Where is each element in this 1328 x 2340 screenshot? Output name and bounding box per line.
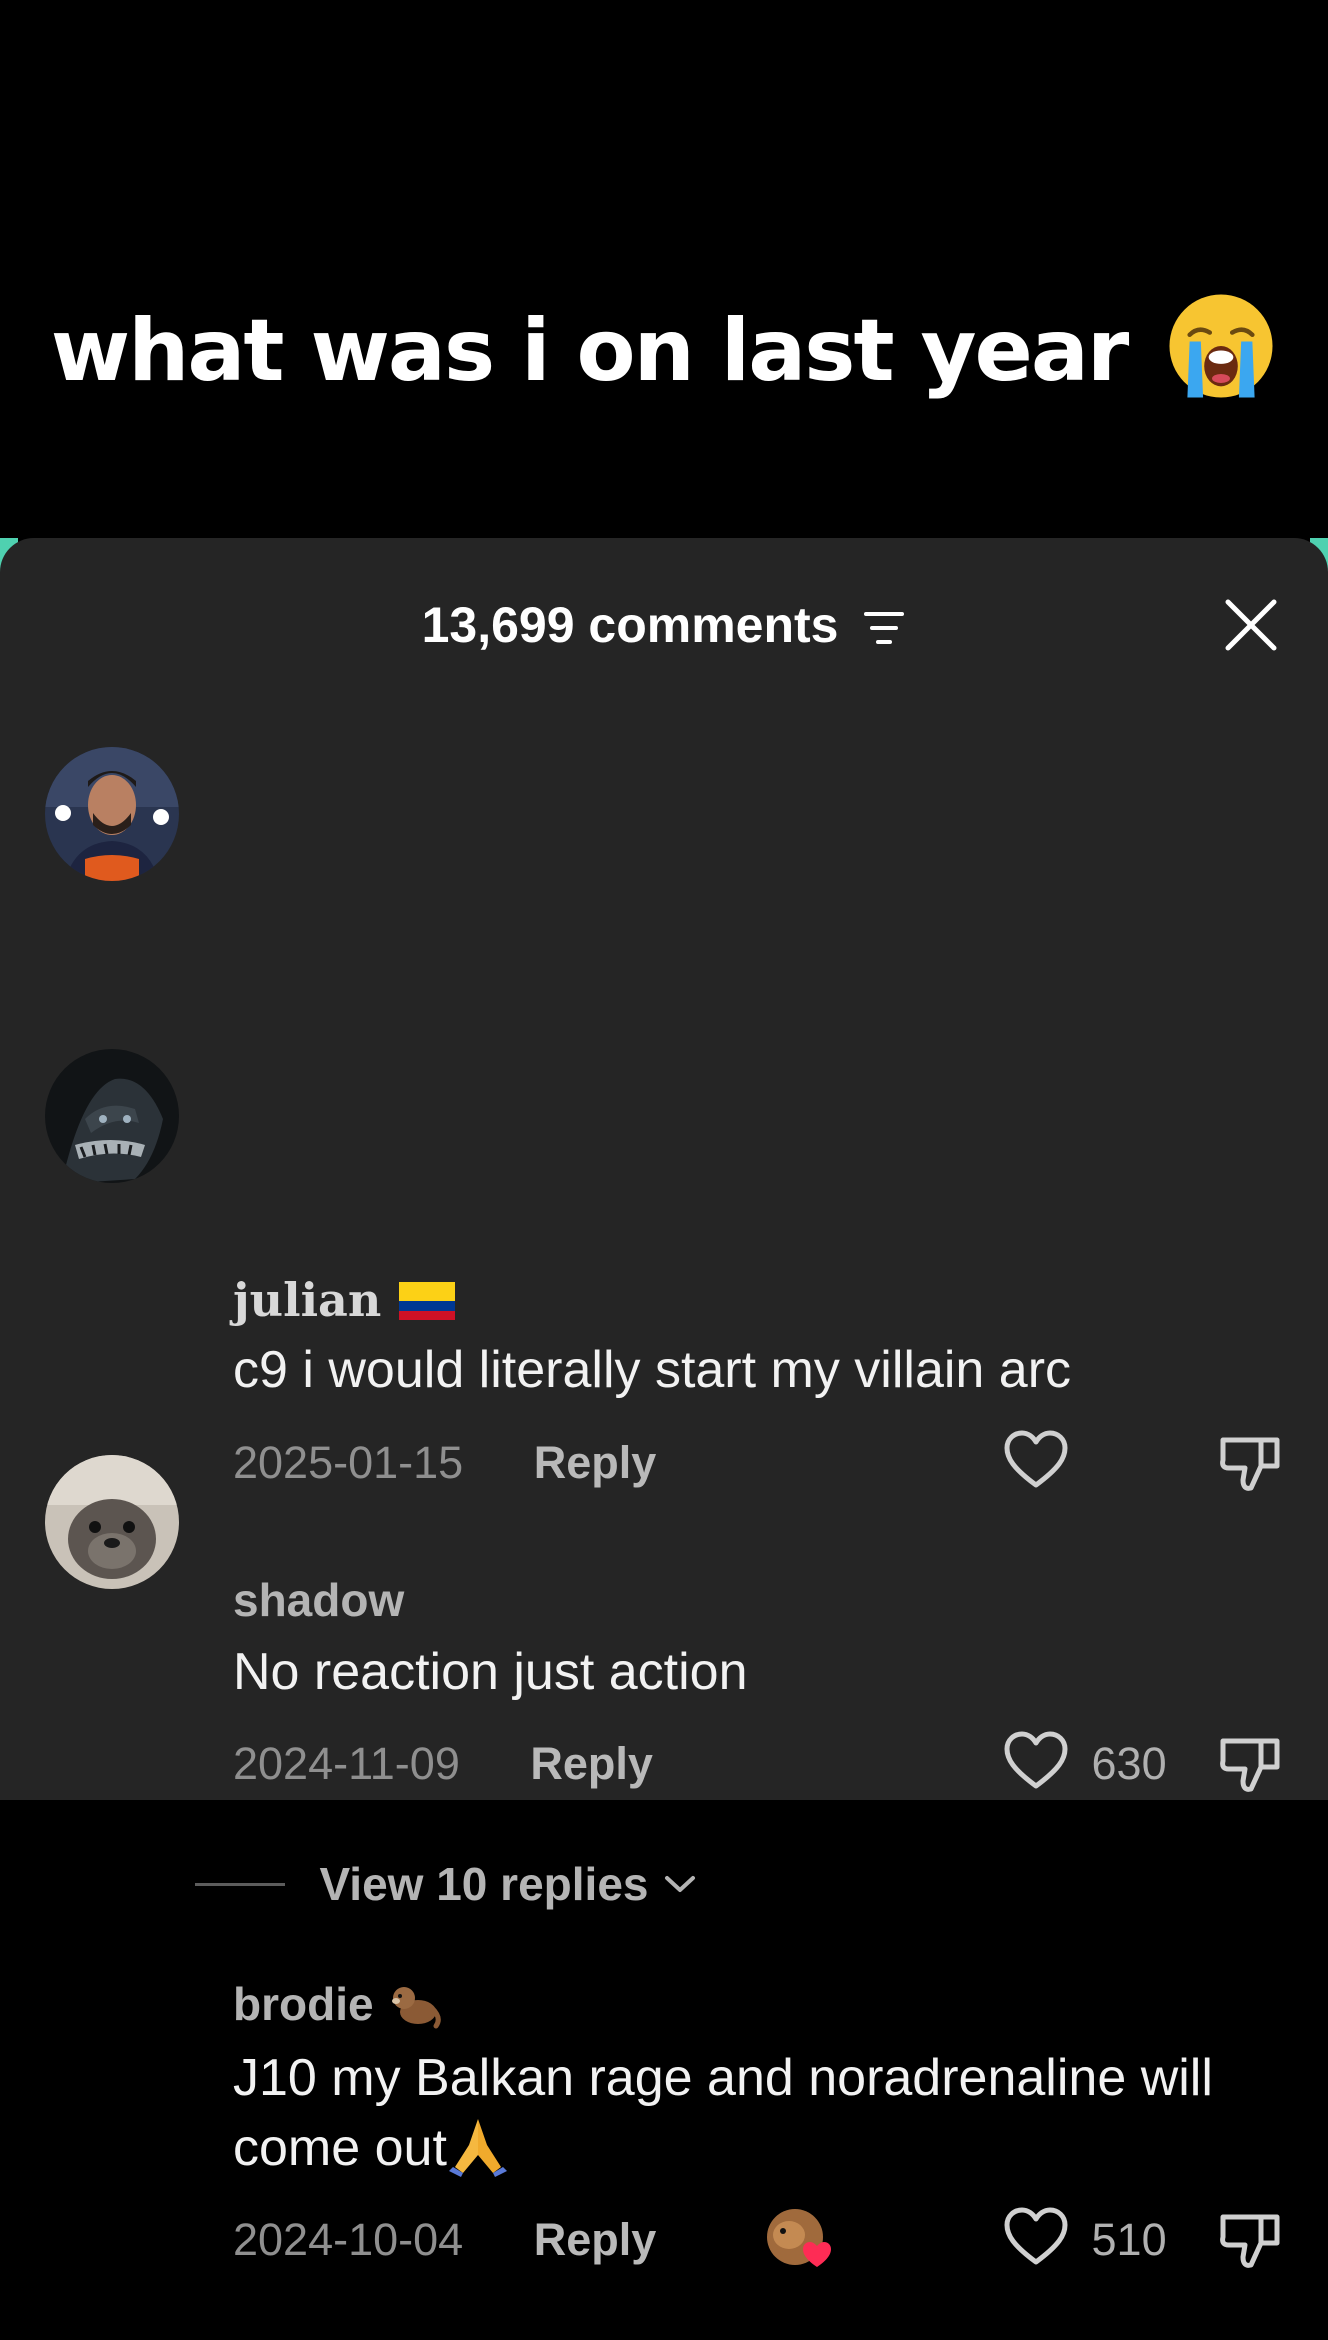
heart-icon — [1004, 1731, 1068, 1789]
comment-meta: 2024-10-04 Reply — [233, 2205, 656, 2275]
view-replies-button[interactable]: View 10 replies — [195, 1851, 697, 1917]
thumbs-down-icon[interactable] — [1217, 1731, 1283, 1797]
loudly-crying-face-icon — [1169, 294, 1273, 398]
comment-date: 2025-01-15 — [233, 1437, 464, 1488]
heart-icon — [1004, 1430, 1068, 1488]
avatar[interactable] — [45, 747, 179, 881]
comment-date: 2024-11-09 — [233, 1738, 460, 1789]
comments-sheet: 13,699 comments julian c9 i would litera… — [0, 538, 1328, 2268]
comment-text: No reaction just action — [233, 1643, 748, 1701]
comment-username[interactable]: shadow — [233, 1572, 404, 1628]
heart-icon — [1004, 2207, 1068, 2265]
comment-username[interactable]: julian — [233, 1272, 456, 1328]
filter-icon[interactable] — [862, 608, 906, 648]
creator-liked-heart-icon — [767, 2209, 831, 2267]
caption-text: what was i on last year — [50, 301, 1130, 401]
avatar-image — [45, 1455, 179, 1589]
reply-button[interactable]: Reply — [534, 1428, 657, 1498]
chevron-down-icon — [664, 1876, 695, 1892]
view-replies-label: View 10 replies — [319, 1858, 649, 1910]
video-caption: what was i on last year — [0, 290, 1328, 402]
like-count: 510 — [1091, 2214, 1167, 2265]
like-button[interactable] — [1003, 1428, 1092, 1498]
comment-meta: 2024-11-09 Reply — [233, 1729, 653, 1799]
like-button[interactable]: 510 — [1003, 2205, 1167, 2275]
avatar[interactable] — [45, 1049, 179, 1183]
comment-date: 2024-10-04 — [233, 2214, 464, 2265]
reply-button[interactable]: Reply — [530, 1729, 653, 1799]
like-button[interactable]: 630 — [1003, 1729, 1167, 1799]
comment-text: c9 i would literally start my villain ar… — [233, 1341, 1072, 1399]
like-count: 630 — [1091, 1738, 1167, 1789]
avatar[interactable] — [45, 1455, 179, 1589]
comment-text: J10 my Balkan rage and noradrenaline wil… — [233, 2049, 1213, 2177]
folded-hands-icon — [448, 2119, 507, 2177]
comments-header: 13,699 comments — [0, 590, 1328, 660]
avatar-image — [45, 1049, 179, 1183]
avatar-image — [45, 747, 179, 881]
comment-username[interactable]: brodie — [233, 1976, 442, 2032]
comment-count-title[interactable]: 13,699 comments — [0, 590, 1328, 660]
thumbs-down-icon[interactable] — [1217, 2207, 1283, 2273]
thumbs-down-icon[interactable] — [1217, 1430, 1283, 1496]
otter-icon — [392, 1987, 442, 2029]
comment-count-label: 13,699 comments — [421, 597, 839, 653]
colombia-flag-icon — [399, 1282, 456, 1320]
reply-button[interactable]: Reply — [534, 2205, 657, 2275]
divider — [195, 1882, 285, 1886]
close-icon[interactable] — [1222, 596, 1280, 654]
comment-meta: 2025-01-15 Reply — [233, 1428, 656, 1498]
